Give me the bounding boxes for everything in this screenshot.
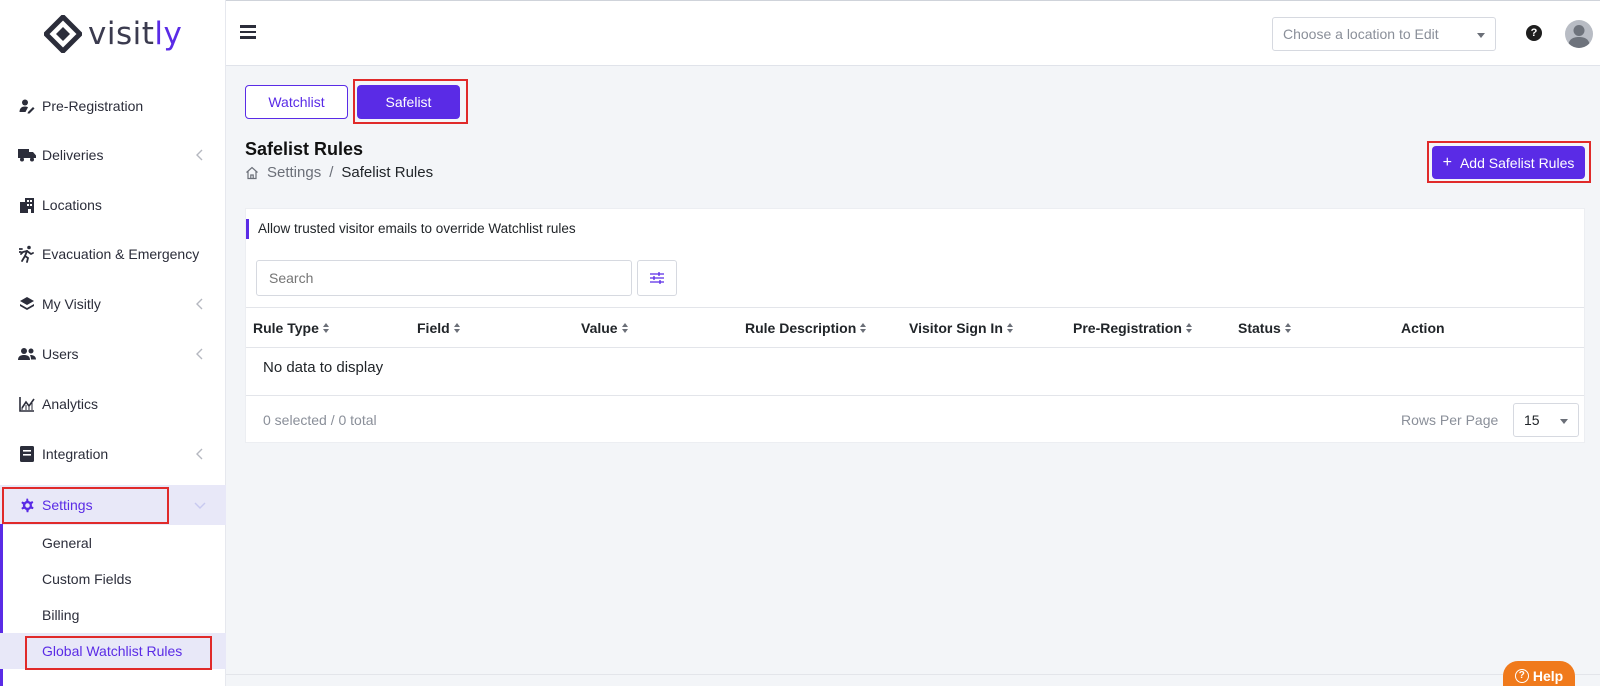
- table-header: Rule Type Field Value Rule Description V…: [246, 307, 1584, 348]
- breadcrumb-separator: /: [329, 164, 334, 181]
- sidebar-item-deliveries[interactable]: Deliveries: [0, 135, 226, 175]
- caret-down-icon: [1477, 33, 1485, 38]
- chart-line-icon: [18, 395, 36, 413]
- footer-divider: [226, 674, 1600, 675]
- location-select-placeholder: Choose a location to Edit: [1283, 26, 1439, 42]
- sidebar-item-label: Users: [42, 346, 79, 362]
- sidebar-item-label: Pre-Registration: [42, 98, 144, 114]
- sort-icon: [322, 323, 330, 333]
- gear-icon: [18, 496, 36, 514]
- tab-watchlist[interactable]: Watchlist: [245, 85, 348, 119]
- safelist-table-card: Allow trusted visitor emails to override…: [245, 208, 1585, 443]
- help-widget-button[interactable]: ? Help: [1503, 661, 1575, 686]
- column-label: Value: [581, 320, 618, 336]
- breadcrumb: Settings / Safelist Rules: [245, 164, 433, 181]
- column-label: Visitor Sign In: [909, 320, 1003, 336]
- sliders-icon: [650, 272, 664, 284]
- sidebar-item-label: Settings: [42, 497, 93, 513]
- logo-wordmark: visitly: [88, 16, 183, 52]
- empty-state: No data to display: [263, 359, 384, 376]
- top-header: Choose a location to Edit ?: [226, 0, 1600, 66]
- sidebar: visitly Pre-Registration Deliveries Loca…: [0, 0, 226, 686]
- filter-settings-button[interactable]: [637, 260, 677, 296]
- hamburger-menu-icon[interactable]: [240, 25, 256, 39]
- sidebar-item-evacuation[interactable]: Evacuation & Emergency: [0, 234, 226, 274]
- search-input[interactable]: [256, 260, 632, 296]
- add-safelist-rules-label: Add Safelist Rules: [1459, 154, 1575, 171]
- sort-icon: [860, 323, 867, 333]
- column-pre-registration[interactable]: Pre-Registration: [1073, 308, 1193, 348]
- tab-safelist[interactable]: Safelist: [357, 85, 460, 119]
- table-footer: 0 selected / 0 total Rows Per Page 15: [246, 395, 1584, 443]
- submenu-item-global-watchlist-rules[interactable]: Global Watchlist Rules: [0, 633, 226, 669]
- column-value[interactable]: Value: [581, 308, 629, 348]
- column-rule-type[interactable]: Rule Type: [253, 308, 330, 348]
- building-icon: [18, 196, 36, 214]
- column-label: Rule Type: [253, 320, 319, 336]
- home-icon[interactable]: [245, 166, 259, 180]
- add-safelist-rules-button[interactable]: + Add Safelist Rules: [1432, 146, 1585, 179]
- sort-icon: [1006, 323, 1014, 333]
- location-select[interactable]: Choose a location to Edit: [1272, 17, 1496, 51]
- sidebar-item-settings[interactable]: Settings: [0, 485, 226, 525]
- breadcrumb-settings[interactable]: Settings: [267, 164, 321, 181]
- column-field[interactable]: Field: [417, 308, 461, 348]
- column-rule-description[interactable]: Rule Description: [745, 308, 867, 348]
- sidebar-item-pre-registration[interactable]: Pre-Registration: [0, 86, 226, 126]
- help-icon[interactable]: ?: [1526, 25, 1542, 41]
- sort-icon: [1284, 323, 1292, 333]
- question-circle-icon: ?: [1514, 669, 1529, 683]
- chevron-left-icon: [196, 298, 203, 310]
- breadcrumb-current: Safelist Rules: [341, 164, 434, 181]
- sidebar-item-label: My Visitly: [42, 296, 101, 312]
- column-label: Pre-Registration: [1073, 320, 1182, 336]
- rows-per-page-select[interactable]: 15: [1513, 403, 1579, 437]
- submenu-item-custom-fields[interactable]: Custom Fields: [0, 561, 226, 597]
- caret-down-icon: [1560, 419, 1568, 424]
- plus-icon: +: [1442, 153, 1452, 171]
- integration-icon: [18, 445, 36, 463]
- submenu-item-general[interactable]: General: [0, 525, 226, 561]
- chevron-left-icon: [196, 348, 203, 360]
- chevron-left-icon: [196, 448, 203, 460]
- logo-mark-icon: [44, 15, 82, 53]
- user-pen-icon: [18, 97, 36, 115]
- column-status[interactable]: Status: [1238, 308, 1292, 348]
- running-person-icon: [18, 245, 36, 263]
- truck-icon: [18, 146, 36, 164]
- sort-icon: [1185, 323, 1193, 333]
- page-title: Safelist Rules: [245, 139, 364, 159]
- sidebar-item-users[interactable]: Users: [0, 334, 226, 374]
- sidebar-item-label: Analytics: [42, 396, 99, 412]
- submenu-item-billing[interactable]: Billing: [0, 597, 226, 633]
- rows-per-page-value: 15: [1524, 412, 1540, 428]
- sidebar-item-label: Deliveries: [42, 147, 104, 163]
- avatar[interactable]: [1565, 20, 1593, 48]
- help-widget-label: Help: [1532, 668, 1564, 684]
- sidebar-item-label: Integration: [42, 446, 109, 462]
- layers-icon: [18, 295, 36, 313]
- chevron-down-icon: [194, 502, 206, 509]
- column-label: Action: [1401, 320, 1445, 336]
- sidebar-item-integration[interactable]: Integration: [0, 434, 226, 474]
- chevron-left-icon: [196, 149, 203, 161]
- sidebar-item-my-visitly[interactable]: My Visitly: [0, 284, 226, 324]
- sidebar-item-label: Locations: [42, 197, 102, 213]
- sidebar-item-locations[interactable]: Locations: [0, 185, 226, 225]
- column-action: Action: [1401, 308, 1445, 348]
- selection-count: 0 selected / 0 total: [263, 412, 377, 428]
- users-icon: [18, 345, 36, 363]
- column-visitor-sign-in[interactable]: Visitor Sign In: [909, 308, 1014, 348]
- rows-per-page-label: Rows Per Page: [1401, 412, 1499, 428]
- sidebar-item-analytics[interactable]: Analytics: [0, 384, 226, 424]
- sort-icon: [621, 323, 629, 333]
- sort-icon: [453, 323, 461, 333]
- sidebar-item-label: Evacuation & Emergency: [42, 246, 200, 262]
- column-label: Status: [1238, 320, 1281, 336]
- visitly-logo[interactable]: visitly: [44, 14, 182, 54]
- info-note: Allow trusted visitor emails to override…: [246, 219, 576, 239]
- column-label: Rule Description: [745, 320, 857, 336]
- column-label: Field: [417, 320, 450, 336]
